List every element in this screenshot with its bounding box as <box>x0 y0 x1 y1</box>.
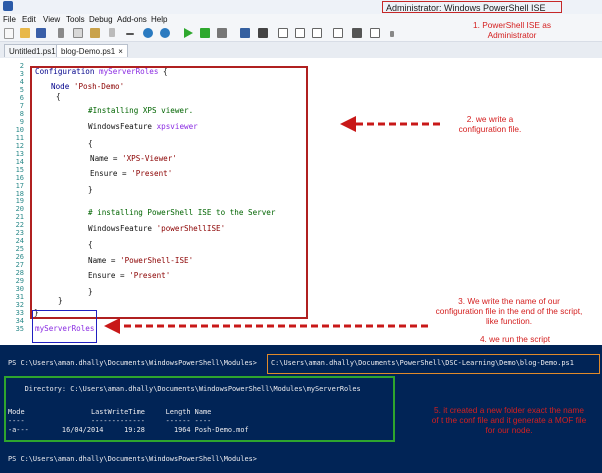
note-3: 3. We write the name of our configuratio… <box>435 296 583 326</box>
note-1: 1. PowerShell ISE as Administrator <box>473 20 551 40</box>
run-command-highlight-box <box>267 354 600 374</box>
note-2: 2. we write a configuration file. <box>458 114 522 134</box>
console-prompt-1: PS C:\Users\aman.dhally\Documents\Window… <box>8 359 257 367</box>
arrow-2-head <box>340 116 356 132</box>
console-prompt-2: PS C:\Users\aman.dhally\Documents\Window… <box>8 455 257 463</box>
console-output-row: -a--- 16/04/2014 19:28 1964 Posh-Demo.mo… <box>8 426 249 434</box>
console-headers: Mode LastWriteTime Length Name <box>8 408 212 416</box>
note-5: 5. it created a new folder exact the nam… <box>431 405 587 435</box>
console-directory: Directory: C:\Users\aman.dhally\Document… <box>8 385 361 393</box>
note-4: 4. we run the script <box>479 334 551 344</box>
arrow-3-head <box>104 318 120 334</box>
console-underline: ---- ------------- ------ ---- <box>8 417 212 425</box>
